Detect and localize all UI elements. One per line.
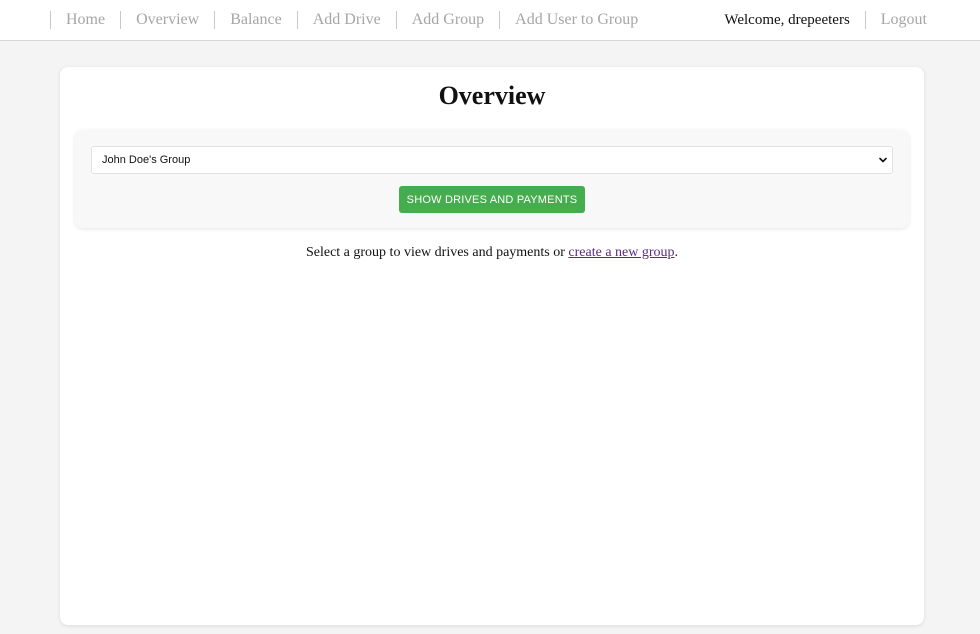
create-group-link[interactable]: create a new group <box>568 245 674 260</box>
page-title: Overview <box>438 81 546 110</box>
welcome-text: Welcome, drepeeters <box>724 11 850 28</box>
nav-add-drive-link[interactable]: Add Drive <box>296 11 396 29</box>
nav-add-user-to-group-link[interactable]: Add User to Group <box>499 11 653 29</box>
group-select-panel: John Doe's Group SHOW DRIVES AND PAYMENT… <box>75 130 909 228</box>
chevron-down-icon <box>879 157 887 163</box>
show-drives-payments-button[interactable]: SHOW DRIVES AND PAYMENTS <box>399 186 585 213</box>
nav-add-group-link[interactable]: Add Group <box>395 11 499 29</box>
top-navigation: Home Overview Balance Add Drive Add Grou… <box>0 0 980 41</box>
main-card: Overview John Doe's Group SHOW DRIVES AN… <box>60 67 924 625</box>
info-message: Select a group to view drives and paymen… <box>60 245 924 261</box>
group-select-value: John Doe's Group <box>102 154 191 166</box>
nav-home-link[interactable]: Home <box>50 11 120 29</box>
logout-link[interactable]: Logout <box>864 11 927 29</box>
group-select[interactable]: John Doe's Group <box>91 146 893 174</box>
nav-links: Home Overview Balance Add Drive Add Grou… <box>50 0 653 40</box>
info-prefix: Select a group to view drives and paymen… <box>305 245 569 260</box>
nav-balance-link[interactable]: Balance <box>214 11 297 29</box>
nav-user-area: Welcome, drepeeters Logout <box>724 0 927 40</box>
nav-overview-link[interactable]: Overview <box>120 11 214 29</box>
info-suffix: . <box>674 245 679 260</box>
